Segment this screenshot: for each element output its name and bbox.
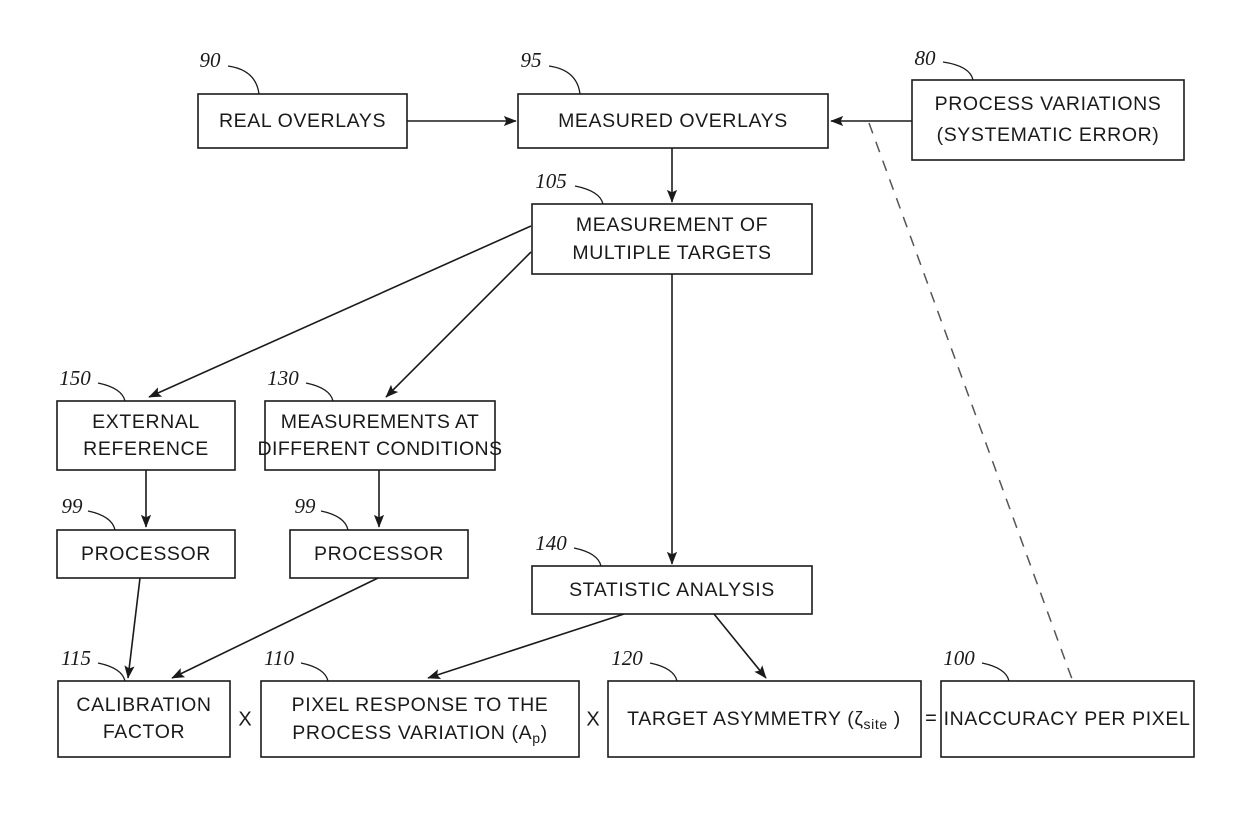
box-external-reference-label-line1: EXTERNAL [92,411,200,433]
ref-numeral-100-text: 100 [943,646,975,670]
ref-numeral-90: 90 [200,48,260,95]
connector-measurement-targets-to-external-reference [148,225,532,398]
pixel-response-subscript: p [532,730,540,746]
ref-numeral-99-left: 99 [62,494,116,531]
box-process-variations[interactable]: PROCESS VARIATIONS (SYSTEMATIC ERROR) [911,79,1185,161]
ref-numeral-120-text: 120 [611,646,643,670]
ref-numeral-130-text: 130 [267,366,299,390]
box-process-variations-label-line1: PROCESS VARIATIONS [935,93,1162,115]
box-measurements-conditions-label-line2: DIFFERENT CONDITIONS [258,438,503,460]
box-processor-right-label: PROCESSOR [314,543,444,565]
box-processor-left-label: PROCESSOR [81,543,211,565]
ref-numeral-100: 100 [943,646,1010,682]
ref-numeral-110: 110 [264,646,329,682]
box-measured-overlays-label: MEASURED OVERLAYS [558,110,788,132]
box-pixel-response-label-line2: PROCESS VARIATION (Ap) [292,722,547,746]
connector-process-variations-to-inaccuracy-dashed [868,122,1073,680]
ref-numeral-115-text: 115 [61,646,91,670]
box-external-reference[interactable]: EXTERNAL REFERENCE [56,400,236,471]
ref-numeral-110-text: 110 [264,646,294,670]
box-processor-right[interactable]: PROCESSOR [289,529,469,579]
box-measurements-conditions-label-line1: MEASUREMENTS AT [281,411,480,433]
box-calibration-factor-label-line1: CALIBRATION [76,694,211,716]
box-statistic-analysis-label: STATISTIC ANALYSIS [569,579,775,601]
ref-numeral-140-text: 140 [535,531,567,555]
box-processor-left[interactable]: PROCESSOR [56,529,236,579]
equals-operator: = [925,707,937,729]
ref-numeral-105-text: 105 [535,169,567,193]
box-real-overlays-label: REAL OVERLAYS [219,110,386,132]
connector-statistic-analysis-to-pixel-response [427,613,625,680]
ref-numeral-99-left-text: 99 [62,494,84,518]
ref-numeral-80-text: 80 [915,46,937,70]
box-measurement-multiple-targets[interactable]: MEASUREMENT OF MULTIPLE TARGETS [531,203,813,275]
connector-processor-left-to-calibration-factor [124,577,141,679]
box-target-asymmetry[interactable]: TARGET ASYMMETRY (ζsite ) [607,680,922,758]
ref-numeral-80: 80 [915,46,974,81]
ref-numeral-150-text: 150 [59,366,91,390]
pixel-response-line2-pre: PROCESS VARIATION (A [292,722,532,744]
ref-numeral-95: 95 [521,48,581,95]
box-statistic-analysis[interactable]: STATISTIC ANALYSIS [531,565,813,615]
box-inaccuracy-per-pixel[interactable]: INACCURACY PER PIXEL [940,680,1195,758]
box-process-variations-label-line2: (SYSTEMATIC ERROR) [937,124,1160,146]
patent-flow-diagram: 100 --> REAL OVERLAYS 90 MEASURED OVERLA… [0,0,1240,820]
ref-numeral-90-text: 90 [200,48,222,72]
target-asymmetry-pre: TARGET ASYMMETRY ( [627,708,854,730]
diagram-canvas: 100 --> REAL OVERLAYS 90 MEASURED OVERLA… [56,46,1195,758]
box-pixel-response[interactable]: PIXEL RESPONSE TO THE PROCESS VARIATION … [260,680,580,758]
ref-numeral-115: 115 [61,646,126,682]
ref-numeral-140: 140 [535,531,602,567]
box-measurement-multiple-targets-label-line2: MULTIPLE TARGETS [572,242,771,264]
box-calibration-factor[interactable]: CALIBRATION FACTOR [57,680,231,758]
box-measured-overlays[interactable]: MEASURED OVERLAYS [517,93,829,149]
ref-numeral-130: 130 [267,366,334,402]
target-asymmetry-post: ) [888,708,901,730]
box-real-overlays[interactable]: REAL OVERLAYS [197,93,408,149]
ref-numeral-99-right: 99 [295,494,349,531]
ref-numeral-105: 105 [535,169,604,205]
multiply-operator-2: X [586,708,599,730]
connector-measurement-targets-to-measurements-conditions [385,251,532,398]
box-external-reference-label-line2: REFERENCE [83,438,209,460]
box-target-asymmetry-label: TARGET ASYMMETRY (ζsite ) [627,708,901,732]
zeta-symbol: ζ [854,708,863,730]
target-asymmetry-subscript: site [864,716,888,732]
box-pixel-response-label-line1: PIXEL RESPONSE TO THE [292,694,549,716]
multiply-operator-1: X [238,708,251,730]
ref-numeral-150: 150 [59,366,126,402]
box-measurements-conditions[interactable]: MEASUREMENTS AT DIFFERENT CONDITIONS [258,400,503,471]
box-inaccuracy-per-pixel-label: INACCURACY PER PIXEL [944,708,1191,730]
ref-numeral-120: 120 [611,646,678,682]
connector-statistic-analysis-to-target-asymmetry [713,613,767,679]
box-calibration-factor-label-line2: FACTOR [103,721,185,743]
ref-numeral-99-right-text: 99 [295,494,317,518]
pixel-response-line2-post: ) [541,722,548,744]
ref-numeral-95-text: 95 [521,48,542,72]
box-measurement-multiple-targets-label-line1: MEASUREMENT OF [576,214,768,236]
